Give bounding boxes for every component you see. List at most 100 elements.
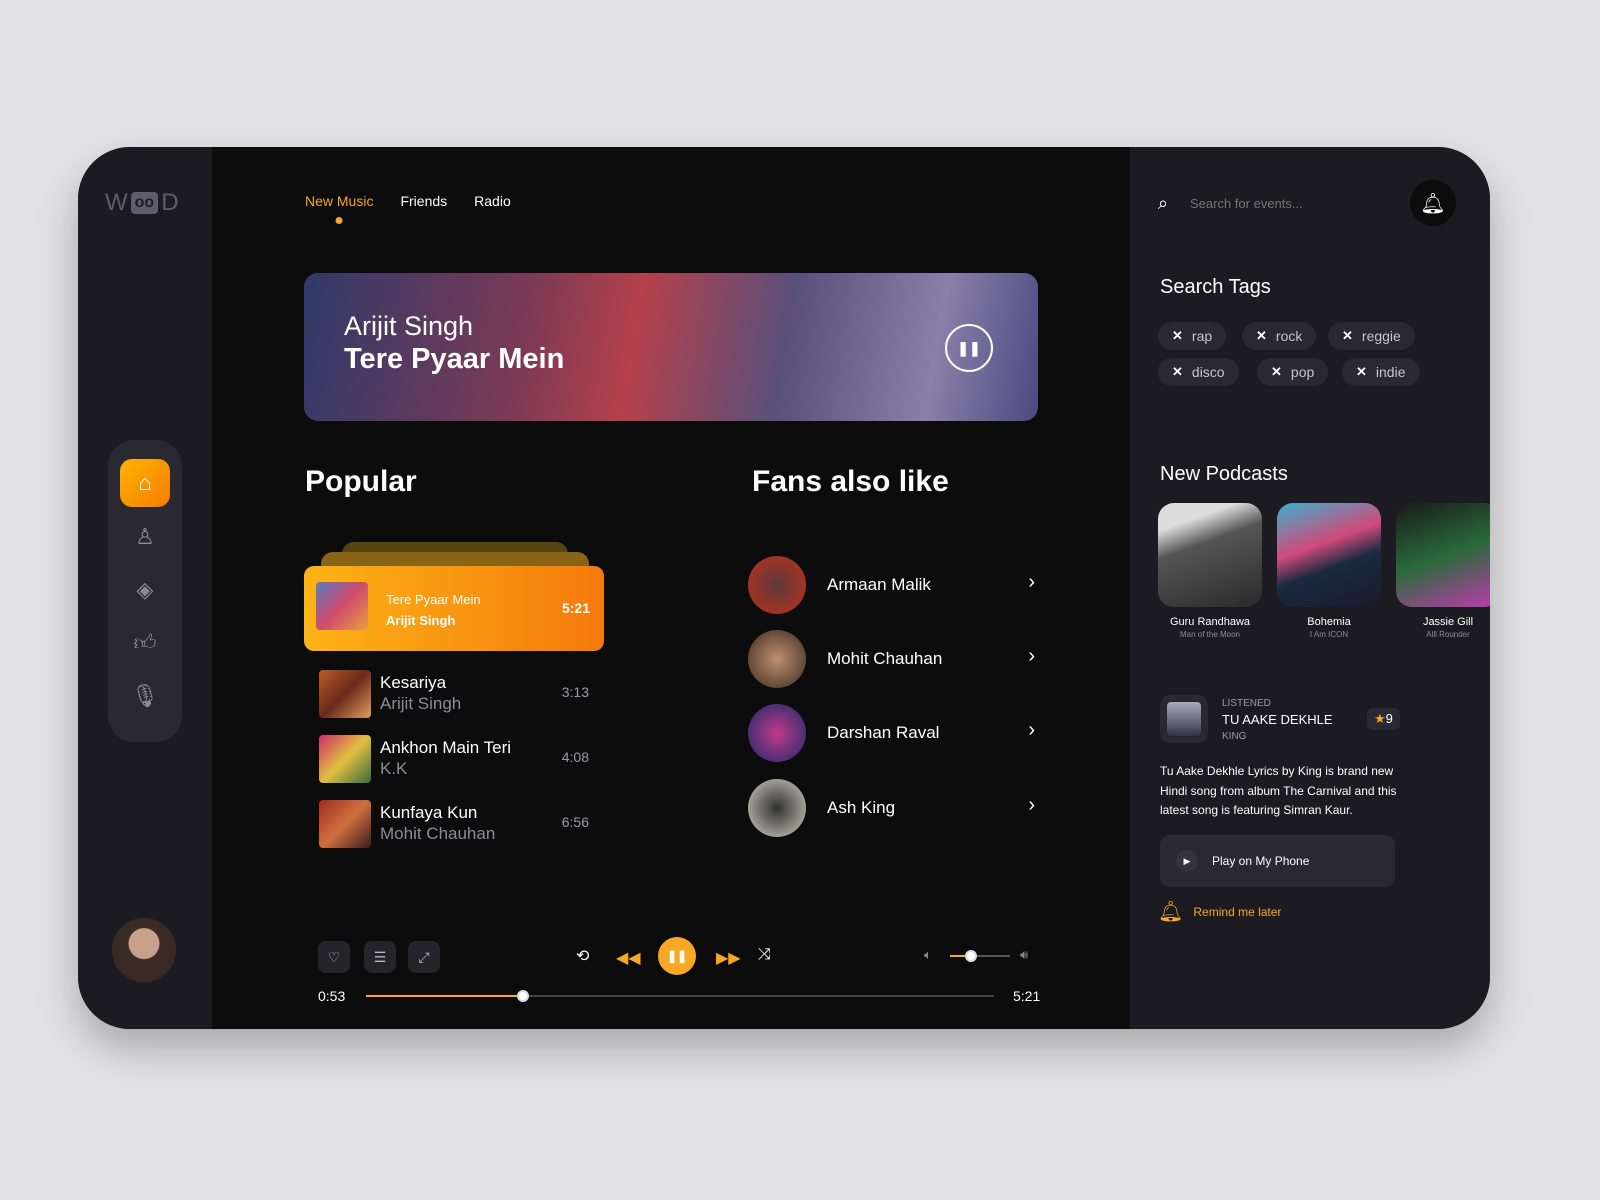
progress-bar[interactable] [366, 995, 994, 997]
fans-heading: Fans also like [752, 465, 949, 498]
remove-icon[interactable]: ✕ [1256, 328, 1267, 344]
playlist-icon[interactable]: ☰ [364, 941, 396, 973]
remove-icon[interactable]: ✕ [1271, 364, 1282, 380]
layers-icon[interactable]: ◈ [120, 566, 170, 614]
search-icon[interactable]: ⌕ [1158, 193, 1168, 214]
chevron-right-icon[interactable]: › [1028, 571, 1035, 594]
remove-icon[interactable]: ✕ [1172, 364, 1183, 380]
tag-label: rock [1275, 328, 1303, 344]
tabs: New Music Friends Radio [305, 193, 511, 209]
song-artist: Arijit Singh [386, 613, 456, 628]
remind-button[interactable]: 🔔︎ Remind me later [1158, 899, 1281, 924]
tag-label: rap [1191, 328, 1213, 344]
sidebar: Woo D ⌂ ♙ ◈ 👍︎ 🎙︎ [78, 147, 212, 1029]
remove-icon[interactable]: ✕ [1172, 328, 1183, 344]
tag-label: disco [1191, 364, 1225, 380]
fast-forward-icon[interactable]: ▶▶ [716, 948, 741, 968]
avatar[interactable] [112, 918, 176, 982]
chevron-right-icon[interactable]: › [1028, 645, 1035, 668]
album-cover [319, 670, 371, 718]
expand-icon[interactable]: ⤢ [408, 941, 440, 973]
song-artist: Arijit Singh [380, 694, 462, 713]
current-song[interactable]: Tere Pyaar Mein Arijit Singh 5:21 [304, 566, 604, 651]
play-on-phone-button[interactable]: ▶ Play on My Phone [1160, 835, 1395, 887]
song-name: Kunfaya Kun [380, 803, 478, 822]
list-item[interactable]: Kesariya Arijit Singh 3:13 [319, 669, 609, 719]
volume-low-icon[interactable]: 🔈︎ [924, 947, 932, 963]
microphone-icon[interactable]: 🎙︎ [120, 672, 170, 720]
artist-photo [748, 779, 806, 837]
popular-heading: Popular [305, 465, 417, 498]
search-tags-heading: Search Tags [1160, 276, 1271, 298]
chevron-right-icon[interactable]: › [1028, 719, 1035, 742]
tab-friends[interactable]: Friends [400, 193, 447, 209]
artist-photo [748, 704, 806, 762]
repeat-icon[interactable]: ⟲ [576, 946, 589, 966]
tab-radio[interactable]: Radio [474, 193, 511, 209]
user-icon[interactable]: ♙ [120, 513, 170, 561]
music-app: Woo D ⌂ ♙ ◈ 👍︎ 🎙︎ New Music Friends Radio… [78, 147, 1490, 1029]
list-item[interactable]: Kunfaya Kun Mohit Chauhan 6:56 [319, 799, 609, 849]
star-icon: ★ [1374, 711, 1386, 726]
thumbs-up-icon[interactable]: 👍︎ [120, 618, 170, 666]
tag[interactable]: ✕ pop [1257, 358, 1329, 386]
artist-photo [748, 630, 806, 688]
song-name: Ankhon Main Teri [380, 738, 512, 757]
elapsed-time: 0:53 [318, 988, 346, 1004]
shuffle-icon[interactable]: ⤨ [758, 946, 771, 964]
total-time: 5:21 [1013, 988, 1041, 1004]
artist-name: Ash King [827, 798, 896, 817]
search-input[interactable] [1190, 196, 1370, 211]
podcast-cover [1396, 503, 1490, 607]
podcast-card[interactable]: Bohemia I Am ICON [1277, 503, 1381, 639]
song-artist: K.K [380, 759, 408, 778]
podcast-subtitle: Alll Rounder [1426, 630, 1470, 639]
artist-row[interactable]: Darshan Raval › [748, 704, 1043, 764]
tag[interactable]: ✕ rap [1158, 322, 1227, 350]
rating-badge: ★9 [1367, 708, 1400, 730]
chevron-right-icon[interactable]: › [1028, 794, 1035, 817]
song-artist: Mohit Chauhan [380, 824, 496, 843]
remove-icon[interactable]: ✕ [1342, 328, 1353, 344]
tag[interactable]: ✕ reggie [1328, 322, 1415, 350]
artist-row[interactable]: Mohit Chauhan › [748, 630, 1043, 690]
volume-high-icon[interactable]: 🔊︎ [1020, 947, 1028, 963]
album-cover [319, 800, 371, 848]
artist-photo [748, 556, 806, 614]
artist-row[interactable]: Ash King › [748, 779, 1043, 839]
listened-description: Tu Aake Dekhle Lyrics by King is brand n… [1160, 764, 1397, 817]
volume-knob[interactable] [965, 950, 977, 962]
song-name: Kesariya [380, 673, 447, 692]
logo: Woo D [105, 189, 179, 216]
pause-icon[interactable]: ❚❚ [945, 324, 993, 372]
podcast-card[interactable]: Jassie Gill Alll Rounder [1396, 503, 1490, 639]
artist-name: Armaan Malik [827, 575, 931, 594]
podcast-name: Jassie Gill [1422, 616, 1474, 628]
volume-slider[interactable] [950, 955, 1010, 957]
notification-bell-icon[interactable]: 🔔︎ [1410, 180, 1456, 226]
remove-icon[interactable]: ✕ [1356, 364, 1367, 380]
rewind-icon[interactable]: ◀◀ [616, 948, 641, 968]
artist-row[interactable]: Armaan Malik › [748, 556, 1043, 616]
play-on-phone-label: Play on My Phone [1212, 854, 1310, 868]
podcast-cover [1158, 503, 1262, 607]
featured-banner[interactable]: Arijit Singh Tere Pyaar Mein ❚❚ [304, 273, 1038, 421]
listened-thumb [1160, 695, 1208, 743]
home-icon[interactable]: ⌂ [120, 459, 170, 507]
tag[interactable]: ✕ indie [1342, 358, 1420, 386]
song-name: Tere Pyaar Mein [386, 592, 481, 607]
tag[interactable]: ✕ rock [1242, 322, 1317, 350]
banner-title: Tere Pyaar Mein [344, 343, 565, 375]
bell-icon: 🔔︎ [1158, 901, 1184, 923]
artist-name: Darshan Raval [827, 723, 940, 742]
tab-new-music[interactable]: New Music [305, 193, 373, 209]
artist-name: Mohit Chauhan [827, 649, 943, 668]
pause-button[interactable]: ❚❚ [658, 937, 696, 975]
list-item[interactable]: Ankhon Main Teri K.K 4:08 [319, 734, 609, 784]
listened-title: TU AAKE DEKHLE [1222, 712, 1333, 727]
tag[interactable]: ✕ disco [1158, 358, 1239, 386]
remind-label: Remind me later [1193, 904, 1282, 919]
heart-icon[interactable]: ♡ [318, 941, 350, 973]
progress-knob[interactable] [517, 990, 529, 1002]
podcast-card[interactable]: Guru Randhawa Man of the Moon [1158, 503, 1262, 639]
